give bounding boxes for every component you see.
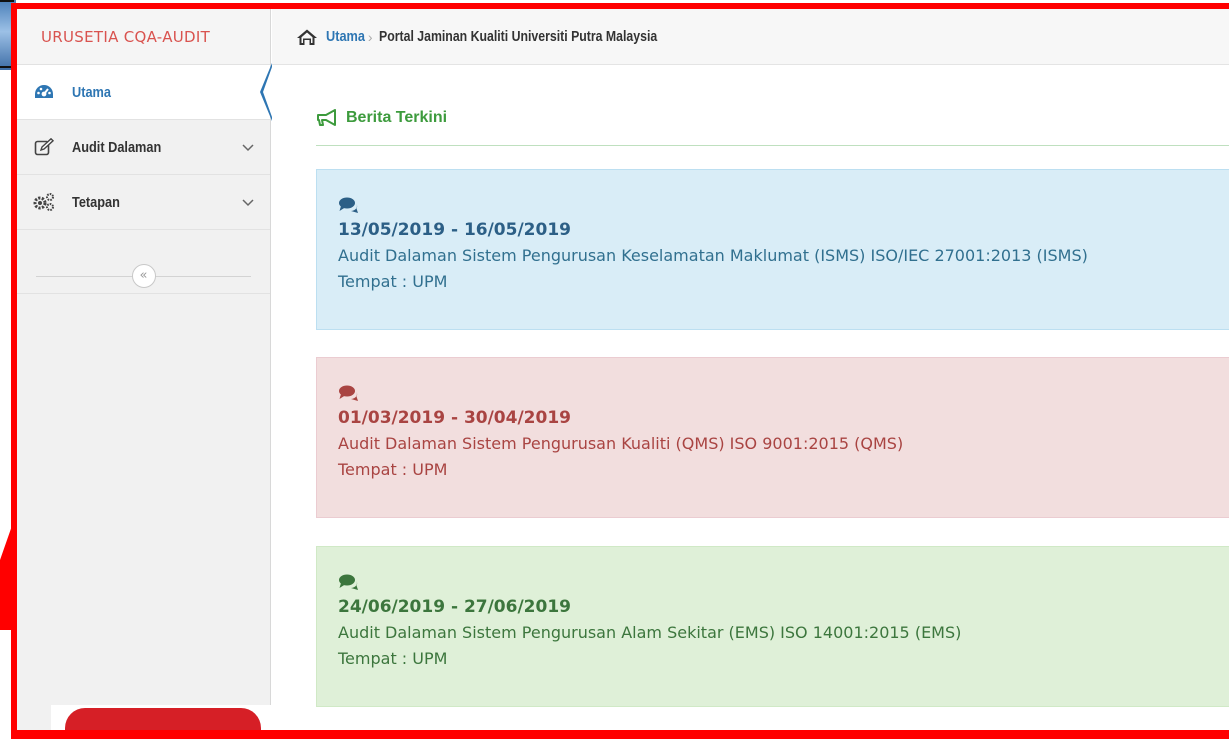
highlight-frame-bottom	[11, 730, 1229, 739]
background-edge	[0, 0, 14, 2]
highlight-frame	[11, 3, 1229, 739]
